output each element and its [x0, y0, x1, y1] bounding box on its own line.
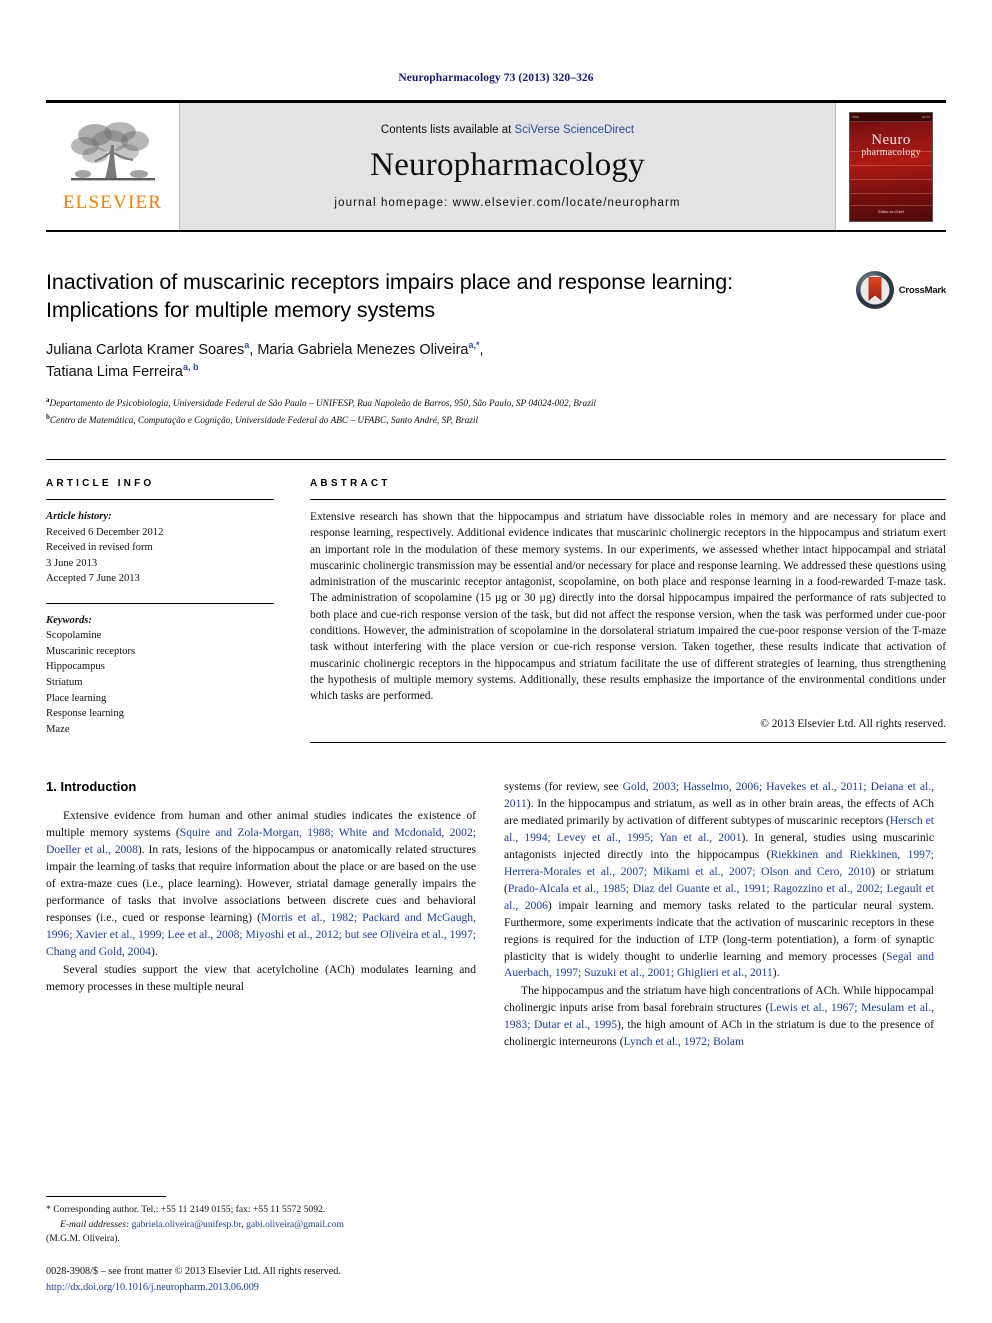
history-line-0: Received 6 December 2012 — [46, 526, 164, 538]
running-head: Neuropharmacology 73 (2013) 320–326 — [398, 72, 594, 84]
affiliations: aDepartamento de Psicobiologia, Universi… — [46, 395, 946, 429]
keyword-3: Striatum — [46, 677, 83, 689]
info-abstract-region: ARTICLE INFO Article history: Received 6… — [46, 458, 946, 753]
author-3: Tatiana Lima Ferreira — [46, 364, 183, 381]
keyword-1: Muscarinic receptors — [46, 645, 136, 657]
affiliation-a-text: Departamento de Psicobiologia, Universid… — [49, 399, 596, 409]
cover-title-line2: pharmacology — [861, 146, 921, 158]
author-3-affil-marker: a, b — [183, 362, 199, 373]
email-address-1[interactable]: gabriela.oliveira@unifesp.br — [132, 1219, 242, 1230]
abstract-column: ABSTRACT Extensive research has shown th… — [310, 460, 946, 753]
affiliation-b-text: Centro de Matemática, Computação e Cogni… — [49, 416, 479, 427]
journal-masthead: ELSEVIER Contents lists available at Sci… — [46, 100, 946, 232]
cover-topbar: ISSN Vol 73 — [850, 112, 932, 122]
doi-link[interactable]: http://dx.doi.org/10.1016/j.neuropharm.2… — [46, 1280, 476, 1295]
affiliation-b: bCentro de Matemática, Computação e Cogn… — [46, 412, 946, 429]
abstract-text: Extensive research has shown that the hi… — [310, 510, 946, 703]
author-2-affil-marker: a,* — [468, 339, 480, 350]
cover-title: Neuro pharmacology — [850, 131, 932, 158]
history-line-1: Received in revised form — [46, 542, 153, 554]
body-text: systems (for review, see — [504, 780, 623, 794]
intro-paragraph: Several studies support the view that ac… — [46, 962, 476, 996]
elsevier-tree-icon — [70, 122, 155, 181]
sciencedirect-link[interactable]: SciVerse ScienceDirect — [515, 124, 635, 136]
email-addresses-note: E-mail addresses: gabriela.oliveira@unif… — [60, 1218, 344, 1230]
elsevier-wordmark: ELSEVIER — [62, 192, 163, 213]
history-line-2: 3 June 2013 — [46, 557, 98, 569]
footnote-area: * Corresponding author. Tel.: +55 11 214… — [46, 1196, 476, 1295]
body-text: ). — [150, 944, 158, 958]
keyword-5: Response learning — [46, 708, 124, 720]
contents-prefix: Contents lists available at — [380, 124, 515, 137]
journal-title: Neuropharmacology — [370, 147, 645, 184]
cover-footer-text: Editor‐in‐Chief — [878, 208, 904, 214]
citation-link[interactable]: Lynch et al., 1972; Bolam — [624, 1035, 744, 1048]
author-2: , Maria Gabriela Menezes Oliveira — [249, 341, 469, 358]
elsevier-logo: ELSEVIER — [46, 103, 180, 230]
crossmark-label: CrossMark — [898, 284, 947, 296]
masthead-center: Contents lists available at SciVerse Sci… — [180, 103, 836, 230]
article-title: Inactivation of muscarinic receptors imp… — [46, 270, 734, 323]
cover-volume: Vol 73 — [921, 114, 930, 119]
body-column-left: 1. Introduction Extensive evidence from … — [46, 779, 476, 1052]
keyword-6: Maze — [46, 723, 70, 735]
article-page: Neuropharmacology 73 (2013) 320–326 ELSE… — [0, 0, 992, 1323]
email-attribution: (M.G.M. Oliveira). — [46, 1233, 120, 1245]
keyword-2: Hippocampus — [46, 661, 105, 673]
cover-issn: ISSN — [852, 114, 860, 119]
body-columns: 1. Introduction Extensive evidence from … — [46, 779, 946, 1052]
journal-homepage-link[interactable]: journal homepage: www.elsevier.com/locat… — [334, 197, 680, 209]
body-text: Several studies support the view that ac… — [46, 962, 476, 993]
author-1: Juliana Carlota Kramer Soares — [46, 341, 245, 358]
history-line-3: Accepted 7 June 2013 — [46, 573, 140, 585]
keywords-block: Keywords: Scopolamine Muscarinic recepto… — [46, 604, 274, 754]
crossmark-badge[interactable]: CrossMark — [855, 270, 946, 310]
corresponding-author-note: * Corresponding author. Tel.: +55 11 214… — [46, 1204, 326, 1216]
email-label: E-mail addresses: — [60, 1218, 130, 1230]
abstract-copyright: © 2013 Elsevier Ltd. All rights reserved… — [760, 717, 946, 730]
contents-available-line: Contents lists available at SciVerse Sci… — [381, 124, 634, 136]
article-info-header: ARTICLE INFO — [46, 477, 155, 489]
article-history-label: Article history: — [46, 510, 112, 522]
body-text: ) impair learning and memory tasks relat… — [504, 898, 935, 963]
body-column-right: systems (for review, see Gold, 2003; Has… — [504, 779, 934, 1052]
author-list: Juliana Carlota Kramer Soaresa, Maria Ga… — [46, 339, 484, 381]
section-heading-introduction: 1. Introduction — [46, 779, 137, 795]
intro-paragraph: Extensive evidence from human and other … — [46, 808, 476, 960]
affiliation-a: aDepartamento de Psicobiologia, Universi… — [46, 395, 946, 412]
issn-front-matter: 0028-3908/$ – see front matter © 2013 El… — [46, 1266, 341, 1278]
intro-paragraph: The hippocampus and the striatum have hi… — [504, 983, 934, 1051]
footnote-rule — [46, 1196, 166, 1198]
imprint-block: 0028-3908/$ – see front matter © 2013 El… — [46, 1264, 476, 1295]
body-text: ). — [772, 966, 780, 980]
keyword-0: Scopolamine — [46, 630, 102, 642]
journal-cover-thumbnail: ISSN Vol 73 Neuro pharmacology Editor‐in… — [849, 111, 933, 222]
cover-title-line1: Neuro — [871, 131, 911, 148]
email-address-2[interactable]: gabi.oliveira@gmail.com — [246, 1219, 344, 1230]
body-text: ). In the hippocampus and striatum, as w… — [504, 797, 934, 828]
crossmark-icon — [855, 271, 894, 309]
intro-paragraph: systems (for review, see Gold, 2003; Has… — [504, 779, 934, 982]
keyword-4: Place learning — [46, 692, 107, 704]
abstract-header: ABSTRACT — [310, 477, 391, 489]
article-info-column: ARTICLE INFO Article history: Received 6… — [46, 460, 274, 753]
journal-cover-cell: ISSN Vol 73 Neuro pharmacology Editor‐in… — [836, 103, 946, 230]
article-history: Article history: Received 6 December 201… — [46, 500, 274, 603]
abstract-bottom-rule — [310, 741, 946, 743]
keywords-label: Keywords: — [46, 614, 92, 626]
title-block: CrossMark Inactivation of muscarinic rec… — [46, 268, 946, 429]
